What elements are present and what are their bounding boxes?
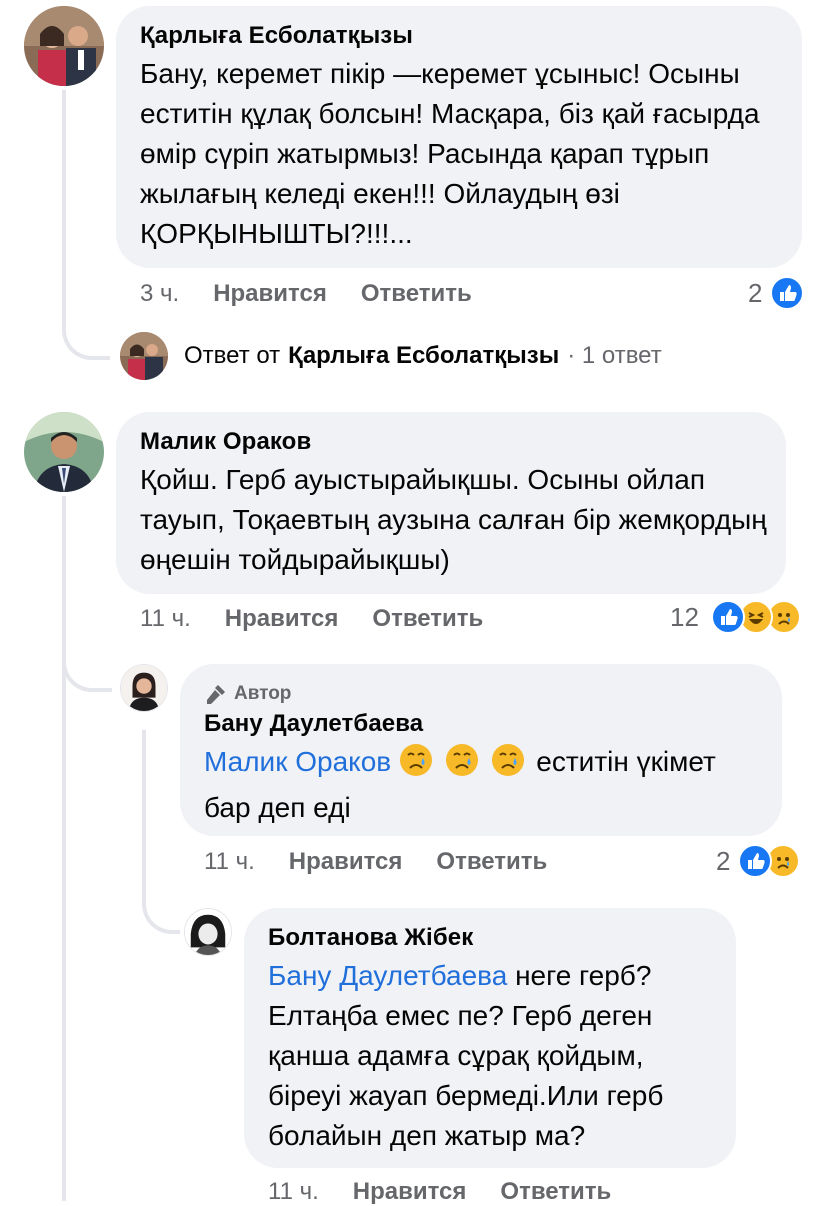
comment-time[interactable]: 11 ч. xyxy=(268,1178,319,1206)
comment-actions: 11 ч. Нравится Ответить xyxy=(268,1178,645,1206)
reaction-count: 12 xyxy=(670,601,699,632)
reply-button[interactable]: Ответить xyxy=(361,280,472,308)
view-replies-link[interactable]: Ответ от Қарлыға Есболатқызы · 1 ответ xyxy=(184,342,662,370)
comment-bubble[interactable]: Автор Бану Даулетбаева Малик Ораков ести… xyxy=(180,664,782,836)
thread-line-3 xyxy=(142,730,146,880)
reply-author: Қарлыға Есболатқызы xyxy=(288,342,560,369)
reply-button[interactable]: Ответить xyxy=(500,1178,611,1206)
avatar[interactable] xyxy=(24,6,104,86)
mention-link[interactable]: Бану Даулетбаева xyxy=(268,960,507,991)
comment-actions: 11 ч. Нравится Ответить xyxy=(204,848,581,876)
comment-text-block: Малик Ораков еститін үкімет бар деп еді xyxy=(204,742,764,828)
author-badge: Автор xyxy=(204,682,758,706)
microphone-icon xyxy=(207,685,225,704)
comment-actions: 3 ч. Нравится Ответить xyxy=(140,280,506,308)
reaction-count: 2 xyxy=(748,277,763,308)
comment-author[interactable]: Болтанова Жібек xyxy=(268,924,712,952)
like-button[interactable]: Нравится xyxy=(289,848,403,876)
thread-curve-2 xyxy=(62,640,112,692)
avatar[interactable] xyxy=(24,412,104,492)
thread-line-1 xyxy=(62,90,66,320)
thread-line-2 xyxy=(62,496,66,1201)
comment-author[interactable]: Бану Даулетбаева xyxy=(204,710,758,738)
comment-bubble[interactable]: Болтанова Жібек Бану Даулетбаева неге ге… xyxy=(244,908,736,1168)
author-badge-label: Автор xyxy=(234,683,292,704)
reply-prefix: Ответ от xyxy=(184,342,281,369)
comment-actions: 11 ч. Нравится Ответить xyxy=(140,605,517,633)
comment-text: Бану, керемет пікір —керемет ұсыныс! Осы… xyxy=(140,58,760,249)
comment-text-block: Бану Даулетбаева неге герб? Елтаңба емес… xyxy=(268,956,716,1156)
thread-curve-1 xyxy=(62,300,110,360)
reply-button[interactable]: Ответить xyxy=(372,605,483,633)
comment-bubble[interactable]: Малик Ораков Қойш. Герб ауыстырайықшы. О… xyxy=(116,412,786,594)
avatar[interactable] xyxy=(120,664,168,712)
comment-time[interactable]: 11 ч. xyxy=(140,605,191,633)
like-button[interactable]: Нравится xyxy=(353,1178,467,1206)
like-reaction-icon xyxy=(738,844,773,878)
comment-author[interactable]: Қарлыға Есболатқызы xyxy=(140,22,778,50)
like-reaction-icon xyxy=(770,276,805,310)
avatar[interactable] xyxy=(120,332,168,380)
comment-text: Қойш. Герб ауыстырайықшы. Осыны ойлап та… xyxy=(140,464,767,575)
reaction-summary[interactable]: 12 xyxy=(670,600,801,634)
reaction-summary[interactable]: 2 xyxy=(748,276,805,310)
reaction-summary[interactable]: 2 xyxy=(716,844,801,878)
crying-emoji-icon xyxy=(445,743,479,788)
emoji-group xyxy=(399,744,536,777)
thread-curve-3 xyxy=(142,870,180,934)
like-button[interactable]: Нравится xyxy=(213,280,327,308)
comment-author[interactable]: Малик Ораков xyxy=(140,428,762,456)
comment-time[interactable]: 3 ч. xyxy=(140,280,179,308)
reply-count: · 1 ответ xyxy=(567,342,662,369)
crying-emoji-icon xyxy=(399,743,433,788)
mention-link[interactable]: Малик Ораков xyxy=(204,746,391,777)
crying-emoji-icon xyxy=(491,743,525,788)
comment-time[interactable]: 11 ч. xyxy=(204,848,255,876)
reply-button[interactable]: Ответить xyxy=(436,848,547,876)
avatar[interactable] xyxy=(184,908,232,956)
like-button[interactable]: Нравится xyxy=(225,605,339,633)
reaction-count: 2 xyxy=(716,845,731,876)
like-reaction-icon xyxy=(710,600,745,634)
comment-bubble[interactable]: Қарлыға Есболатқызы Бану, керемет пікір … xyxy=(116,6,802,268)
